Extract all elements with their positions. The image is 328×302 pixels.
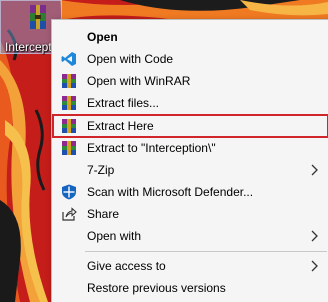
menu-item-extract-files[interactable]: Extract files... bbox=[52, 92, 328, 114]
desktop-file-label: Intercepti bbox=[5, 40, 55, 54]
menu-item-label: Restore previous versions bbox=[87, 281, 226, 295]
menu-item-open[interactable]: Open bbox=[52, 26, 328, 48]
menu-item-scan-defender[interactable]: Scan with Microsoft Defender... bbox=[52, 181, 328, 203]
menu-item-label: 7-Zip bbox=[87, 163, 115, 177]
menu-item-give-access[interactable]: Give access to bbox=[52, 255, 328, 277]
menu-item-label: Share bbox=[87, 207, 120, 221]
menu-item-label: Open with WinRAR bbox=[87, 74, 191, 88]
winrar-icon bbox=[62, 141, 76, 155]
menu-item-extract-to[interactable]: Extract to "Interception\" bbox=[52, 137, 328, 159]
menu-item-extract-here[interactable]: Extract Here bbox=[52, 114, 328, 138]
winrar-archive-icon bbox=[30, 5, 46, 29]
menu-item-open-with[interactable]: Open with bbox=[52, 225, 328, 247]
context-menu: Open Open with Code Open with WinRAR Ext… bbox=[51, 19, 328, 302]
vscode-icon bbox=[61, 52, 76, 66]
desktop: Intercepti Open Open with Code Open with… bbox=[0, 0, 328, 302]
menu-separator bbox=[85, 251, 327, 252]
menu-item-label: Extract files... bbox=[87, 96, 160, 110]
menu-item-share[interactable]: Share bbox=[52, 203, 328, 225]
menu-item-label: Extract to "Interception\" bbox=[87, 141, 216, 155]
menu-item-open-with-winrar[interactable]: Open with WinRAR bbox=[52, 70, 328, 92]
chevron-right-icon bbox=[311, 260, 318, 272]
share-icon bbox=[62, 207, 77, 221]
menu-item-label: Extract Here bbox=[87, 119, 154, 133]
menu-item-7zip[interactable]: 7-Zip bbox=[52, 159, 328, 181]
menu-item-label: Open bbox=[87, 30, 118, 44]
menu-item-label: Scan with Microsoft Defender... bbox=[87, 185, 254, 199]
winrar-icon bbox=[62, 119, 76, 133]
menu-item-label: Give access to bbox=[87, 259, 166, 273]
menu-item-open-with-code[interactable]: Open with Code bbox=[52, 48, 328, 70]
winrar-icon bbox=[62, 74, 76, 88]
chevron-right-icon bbox=[311, 230, 318, 242]
menu-item-label: Open with Code bbox=[87, 52, 174, 66]
defender-shield-icon bbox=[62, 184, 76, 200]
winrar-icon bbox=[62, 96, 76, 110]
menu-item-label: Open with bbox=[87, 229, 142, 243]
menu-item-restore-versions[interactable]: Restore previous versions bbox=[52, 277, 328, 299]
chevron-right-icon bbox=[311, 164, 318, 176]
